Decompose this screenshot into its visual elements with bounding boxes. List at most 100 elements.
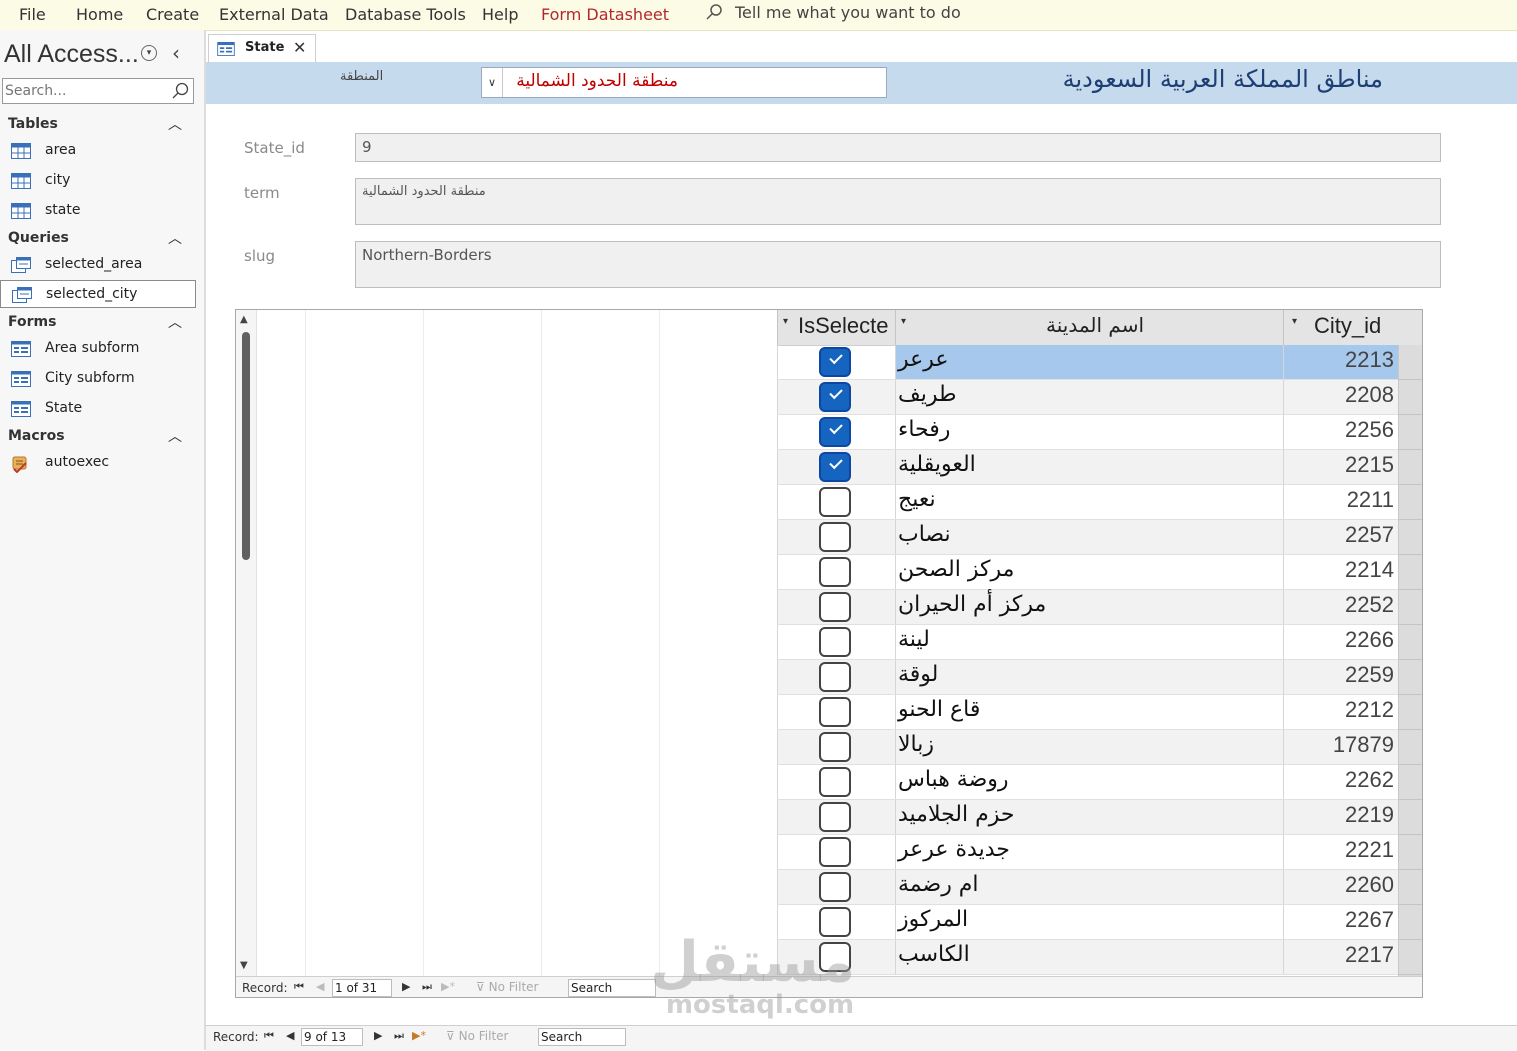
table-row[interactable]: جديدة عرعر 2221: [777, 835, 1398, 870]
nav-search-input[interactable]: [5, 82, 165, 100]
previous-record-icon[interactable]: ◀: [286, 1029, 294, 1042]
new-record-icon[interactable]: ▶*: [441, 980, 455, 993]
city-name-cell[interactable]: الكاسب: [895, 940, 1283, 974]
record-position-box[interactable]: 1 of 31: [332, 979, 392, 997]
isselected-checkbox[interactable]: [819, 382, 851, 412]
nav-pane-title[interactable]: All Access...: [4, 40, 139, 69]
city-id-cell[interactable]: 2259: [1283, 660, 1398, 694]
close-icon[interactable]: ✕: [293, 38, 306, 57]
filter-icon[interactable]: ▾: [901, 316, 906, 327]
menu-database-tools[interactable]: Database Tools: [345, 5, 466, 24]
nav-item-query-selected-area[interactable]: selected_area: [0, 251, 196, 279]
last-record-icon[interactable]: ⏭: [394, 1029, 404, 1043]
no-filter-indicator[interactable]: ⊽ No Filter: [476, 980, 538, 994]
first-record-icon[interactable]: ⏮: [294, 980, 304, 994]
isselected-checkbox[interactable]: [819, 662, 851, 692]
city-name-cell[interactable]: المركوز: [895, 905, 1283, 939]
isselected-checkbox[interactable]: [819, 802, 851, 832]
scroll-up-icon[interactable]: ▲: [240, 314, 248, 325]
table-row[interactable]: لوقة 2259: [777, 660, 1398, 695]
menu-form-datasheet[interactable]: Form Datasheet: [541, 5, 669, 24]
table-row[interactable]: حزم الجلاميد 2219: [777, 800, 1398, 835]
city-id-cell[interactable]: 2257: [1283, 520, 1398, 554]
nav-group-forms[interactable]: Forms: [8, 314, 56, 330]
city-name-cell[interactable]: عرعر: [895, 345, 1283, 379]
isselected-checkbox[interactable]: [819, 732, 851, 762]
state-id-field[interactable]: 9: [355, 133, 1441, 162]
nav-item-table-state[interactable]: state: [0, 197, 196, 225]
filter-icon[interactable]: ▾: [1292, 316, 1297, 327]
column-header-city-name[interactable]: ▾ اسم المدينة: [895, 310, 1283, 345]
city-name-cell[interactable]: طريف: [895, 380, 1283, 414]
table-row[interactable]: زبالا 17879: [777, 730, 1398, 765]
record-selector-strip[interactable]: [1398, 345, 1422, 976]
menu-external-data[interactable]: External Data: [219, 5, 329, 24]
city-name-cell[interactable]: حزم الجلاميد: [895, 800, 1283, 834]
city-id-cell[interactable]: 2215: [1283, 450, 1398, 484]
city-id-cell[interactable]: 2266: [1283, 625, 1398, 659]
city-name-cell[interactable]: لوقة: [895, 660, 1283, 694]
city-id-cell[interactable]: 17879: [1283, 730, 1398, 764]
city-id-cell[interactable]: 2262: [1283, 765, 1398, 799]
column-header-city-id[interactable]: ▾ City_id: [1283, 310, 1422, 345]
first-record-icon[interactable]: ⏮: [264, 1029, 274, 1043]
last-record-icon[interactable]: ⏭: [422, 980, 432, 994]
table-row[interactable]: رفحاء 2256: [777, 415, 1398, 450]
nav-item-query-selected-city[interactable]: selected_city: [0, 280, 196, 308]
nav-item-table-area[interactable]: area: [0, 137, 196, 165]
column-header-isselected[interactable]: ▾ IsSelecte: [777, 310, 895, 345]
isselected-checkbox[interactable]: [819, 697, 851, 727]
table-row[interactable]: ام رضمة 2260: [777, 870, 1398, 905]
menu-file[interactable]: File: [19, 5, 46, 24]
next-record-icon[interactable]: ▶: [402, 980, 410, 993]
scrollbar-thumb[interactable]: [242, 332, 250, 560]
city-name-cell[interactable]: روضة هباس: [895, 765, 1283, 799]
menu-help[interactable]: Help: [482, 5, 518, 24]
table-row[interactable]: عرعر 2213: [777, 345, 1398, 380]
chevron-up-icon[interactable]: ︿: [168, 426, 182, 446]
table-row[interactable]: لينة 2266: [777, 625, 1398, 660]
city-name-cell[interactable]: نعيج: [895, 485, 1283, 519]
chevron-down-icon[interactable]: ∨: [482, 68, 503, 97]
city-id-cell[interactable]: 2213: [1283, 345, 1398, 379]
filter-icon[interactable]: ▾: [783, 316, 788, 327]
city-id-cell[interactable]: 2219: [1283, 800, 1398, 834]
chevron-up-icon[interactable]: ︿: [168, 114, 182, 134]
table-row[interactable]: نصاب 2257: [777, 520, 1398, 555]
isselected-checkbox[interactable]: [819, 592, 851, 622]
city-id-cell[interactable]: 2256: [1283, 415, 1398, 449]
next-record-icon[interactable]: ▶: [374, 1029, 382, 1042]
previous-record-icon[interactable]: ◀: [316, 980, 324, 993]
table-row[interactable]: مركز الصحن 2214: [777, 555, 1398, 590]
table-row[interactable]: مركز أم الحيران 2252: [777, 590, 1398, 625]
table-row[interactable]: الكاسب 2217: [777, 940, 1398, 975]
isselected-checkbox[interactable]: [819, 452, 851, 482]
search-icon[interactable]: [171, 82, 189, 100]
city-id-cell[interactable]: 2260: [1283, 870, 1398, 904]
city-name-cell[interactable]: قاع الحنو: [895, 695, 1283, 729]
term-field[interactable]: منطقة الحدود الشمالية: [355, 178, 1441, 225]
isselected-checkbox[interactable]: [819, 347, 851, 377]
menu-home[interactable]: Home: [76, 5, 123, 24]
subform-vertical-scrollbar[interactable]: ▲ ▼: [236, 310, 257, 976]
nav-group-queries[interactable]: Queries: [8, 230, 69, 246]
city-id-cell[interactable]: 2214: [1283, 555, 1398, 589]
city-id-cell[interactable]: 2217: [1283, 940, 1398, 974]
table-row[interactable]: نعيج 2211: [777, 485, 1398, 520]
isselected-checkbox[interactable]: [819, 487, 851, 517]
slug-field[interactable]: Northern-Borders: [355, 241, 1441, 288]
city-id-cell[interactable]: 2252: [1283, 590, 1398, 624]
isselected-checkbox[interactable]: [819, 767, 851, 797]
city-name-cell[interactable]: لينة: [895, 625, 1283, 659]
isselected-checkbox[interactable]: [819, 557, 851, 587]
no-filter-indicator[interactable]: ⊽ No Filter: [446, 1029, 508, 1043]
nav-item-form-area-subform[interactable]: Area subform: [0, 335, 196, 363]
city-id-cell[interactable]: 2208: [1283, 380, 1398, 414]
city-name-cell[interactable]: رفحاء: [895, 415, 1283, 449]
nav-dropdown-icon[interactable]: ▾: [141, 45, 157, 61]
isselected-checkbox[interactable]: [819, 417, 851, 447]
nav-item-form-state[interactable]: State: [0, 395, 196, 423]
isselected-checkbox[interactable]: [819, 627, 851, 657]
chevron-up-icon[interactable]: ︿: [168, 312, 182, 332]
city-name-cell[interactable]: مركز أم الحيران: [895, 590, 1283, 624]
